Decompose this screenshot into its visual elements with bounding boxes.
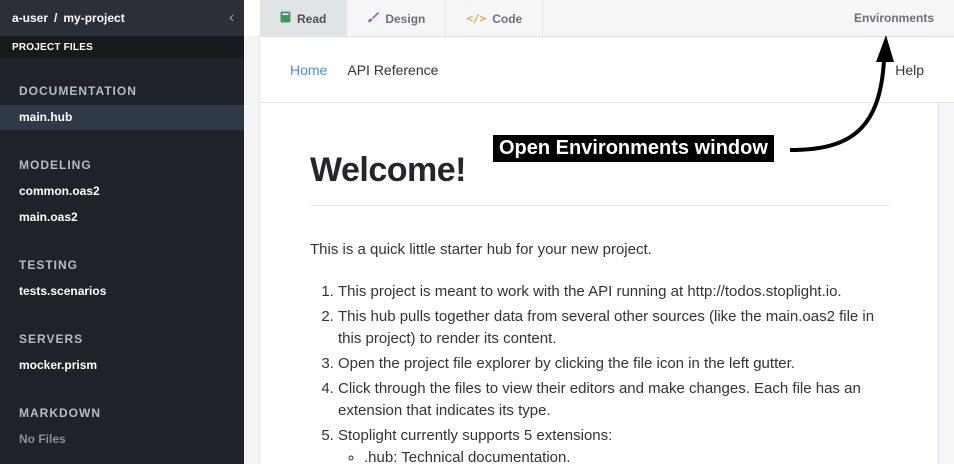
- step-item: This project is meant to work with the A…: [338, 281, 898, 303]
- section-title: DOCUMENTATION: [19, 84, 137, 98]
- step-text: Stoplight currently supports 5 extension…: [338, 427, 613, 444]
- extension-list: .hub: Technical documentation.: [364, 447, 898, 464]
- section-title: MODELING: [19, 158, 92, 172]
- project-files-header: PROJECT FILES: [0, 36, 244, 58]
- nav-api-reference-link[interactable]: API Reference: [347, 62, 438, 78]
- nav-help-link[interactable]: Help: [895, 62, 924, 78]
- step-item: This hub pulls together data from severa…: [338, 306, 898, 350]
- section-markdown: MARKDOWN: [0, 406, 244, 420]
- left-gutter: [244, 36, 260, 464]
- section-title: SERVERS: [19, 332, 84, 346]
- tab-label: Design: [385, 11, 426, 26]
- environments-button[interactable]: Environments: [854, 0, 954, 36]
- file-item-main-hub[interactable]: main.hub: [0, 105, 244, 130]
- file-item-main-oas2[interactable]: main.oas2: [0, 205, 244, 230]
- section-modeling: MODELING: [0, 158, 244, 172]
- steps-list: This project is meant to work with the A…: [338, 281, 898, 464]
- content-scrollbar[interactable]: [938, 103, 954, 464]
- no-files-placeholder: No Files: [19, 432, 66, 446]
- section-title: TESTING: [19, 258, 79, 272]
- section-testing: TESTING: [0, 258, 244, 272]
- tab-read[interactable]: Read: [260, 0, 348, 37]
- intro-text: This is a quick little starter hub for y…: [310, 241, 652, 258]
- tab-design[interactable]: Design: [347, 0, 447, 37]
- tab-label: Code: [492, 11, 523, 26]
- annotation-callout: Open Environments window: [493, 135, 774, 162]
- mode-tab-bar: Read Design </> Code Environments: [260, 0, 954, 37]
- extension-item: .hub: Technical documentation.: [364, 447, 898, 464]
- tab-code[interactable]: </> Code: [446, 0, 544, 37]
- step-item: Click through the files to view their ed…: [338, 378, 898, 422]
- collapse-sidebar-icon[interactable]: ‹: [229, 9, 234, 27]
- breadcrumb-separator: /: [54, 11, 58, 25]
- file-item-common-oas2[interactable]: common.oas2: [0, 179, 244, 204]
- project-link[interactable]: my-project: [63, 11, 124, 25]
- title-divider: [310, 205, 890, 206]
- hub-navigation: Home API Reference Help: [261, 37, 954, 103]
- section-title: MARKDOWN: [19, 406, 101, 420]
- section-servers: SERVERS: [0, 332, 244, 346]
- section-documentation: DOCUMENTATION: [0, 84, 244, 98]
- book-icon: [280, 11, 291, 26]
- user-link[interactable]: a-user: [12, 11, 48, 25]
- step-item: Stoplight currently supports 5 extension…: [338, 425, 898, 464]
- step-item: Open the project file explorer by clicki…: [338, 353, 898, 375]
- file-item-mocker-prism[interactable]: mocker.prism: [0, 353, 244, 378]
- project-breadcrumb: a-user / my-project: [0, 0, 244, 36]
- sidebar: a-user / my-project ‹ PROJECT FILES DOCU…: [0, 0, 244, 464]
- tab-label: Read: [297, 11, 327, 26]
- brush-icon: [367, 11, 380, 26]
- nav-home-link[interactable]: Home: [290, 62, 327, 78]
- page-title: Welcome!: [310, 151, 466, 189]
- file-item-tests-scenarios[interactable]: tests.scenarios: [0, 279, 244, 304]
- code-icon: </>: [466, 12, 487, 25]
